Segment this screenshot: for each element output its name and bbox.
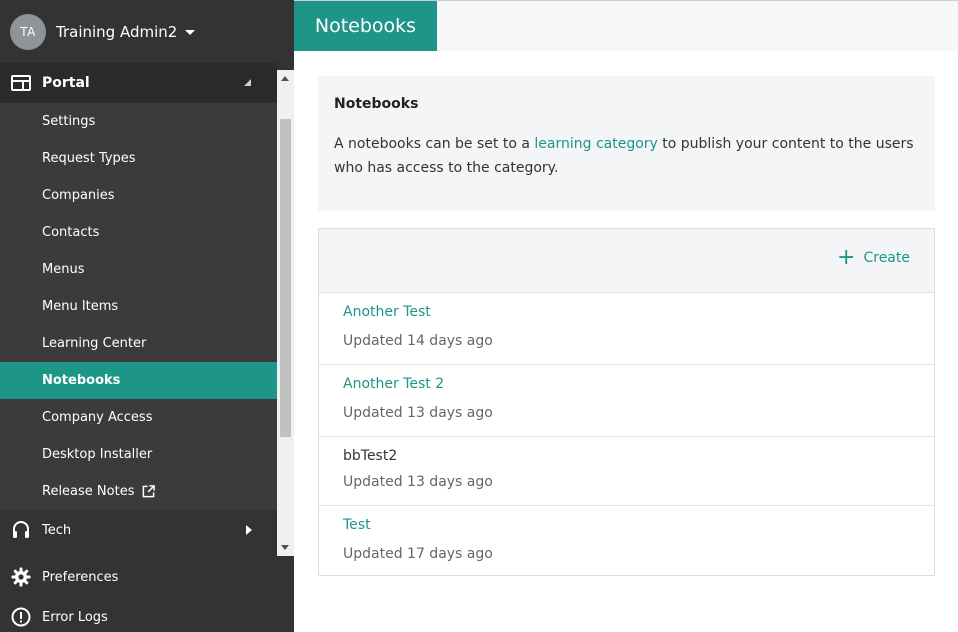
exclamation-circle-icon — [11, 607, 31, 627]
info-text: A notebooks can be set to a learning cat… — [334, 136, 914, 176]
sidebar-item-settings[interactable]: Settings — [0, 103, 277, 140]
sidebar-item-company-access[interactable]: Company Access — [0, 399, 277, 436]
sidebar-item-preferences[interactable]: Preferences — [0, 557, 277, 597]
headset-icon — [13, 521, 29, 538]
sidebar-item-label: Contacts — [42, 225, 100, 240]
collapse-triangle-icon — [244, 79, 251, 86]
learning-category-link[interactable]: learning category — [534, 136, 657, 152]
notebook-updated: Updated 17 days ago — [343, 546, 493, 562]
notebook-title-link[interactable]: Test — [343, 506, 934, 533]
top-bar: Notebooks — [294, 1, 958, 51]
sidebar-item-error-logs[interactable]: Error Logs — [0, 597, 277, 632]
sidebar-item-label: Error Logs — [42, 609, 108, 625]
sidebar-item-release-notes[interactable]: Release Notes — [0, 473, 277, 510]
scroll-down-arrow-icon[interactable] — [281, 545, 289, 550]
sidebar-item-contacts[interactable]: Contacts — [0, 214, 277, 251]
external-link-icon — [143, 485, 156, 498]
list-item: Test Updated 17 days ago — [319, 505, 934, 575]
avatar: TA — [10, 13, 46, 50]
sidebar-item-label: Menus — [42, 262, 85, 277]
notebook-updated: Updated 13 days ago — [343, 405, 493, 421]
portal-sub-menu: Settings Request Types Companies Contact… — [0, 103, 277, 510]
user-name: Training Admin2 — [56, 22, 178, 41]
sidebar-section-portal[interactable]: Portal — [0, 63, 277, 103]
sidebar-section-label: Portal — [42, 75, 90, 91]
list-header: + Create — [319, 229, 934, 292]
sidebar-item-label: Notebooks — [42, 373, 121, 388]
sidebar-item-companies[interactable]: Companies — [0, 177, 277, 214]
portal-window-icon — [11, 75, 31, 91]
sidebar-item-label: Menu Items — [42, 299, 119, 314]
plus-icon: + — [837, 245, 856, 270]
notebook-updated: Updated 14 days ago — [343, 333, 493, 349]
scroll-thumb[interactable] — [280, 119, 291, 437]
scroll-up-arrow-icon[interactable] — [281, 76, 289, 81]
sidebar-item-tech[interactable]: Tech — [0, 510, 277, 550]
sidebar-item-menu-items[interactable]: Menu Items — [0, 288, 277, 325]
create-label: Create — [863, 250, 910, 266]
list-item: Another Test 2 Updated 13 days ago — [319, 364, 934, 436]
notebook-title: bbTest2 — [343, 448, 398, 464]
sidebar-item-label: Release Notes — [42, 484, 135, 499]
create-button[interactable]: + Create — [837, 245, 910, 270]
list-item: Another Test Updated 14 days ago — [319, 292, 934, 364]
sidebar-item-label: Learning Center — [42, 336, 147, 351]
user-menu[interactable]: TA Training Admin2 — [0, 0, 294, 63]
expand-triangle-icon — [246, 525, 252, 535]
sidebar-item-label: Preferences — [42, 569, 119, 585]
sidebar-item-label: Company Access — [42, 410, 153, 425]
caret-down-icon — [185, 30, 196, 35]
sidebar-item-label: Tech — [42, 522, 72, 538]
notebook-title-link[interactable]: Another Test — [343, 293, 934, 320]
gear-icon — [11, 567, 31, 587]
tab-notebooks[interactable]: Notebooks — [294, 1, 437, 51]
sidebar-item-request-types[interactable]: Request Types — [0, 140, 277, 177]
sidebar-item-learning-center[interactable]: Learning Center — [0, 325, 277, 362]
notebook-list: + Create Another Test Updated 14 days ag… — [318, 228, 935, 576]
sidebar-item-menus[interactable]: Menus — [0, 251, 277, 288]
info-title: Notebooks — [334, 96, 419, 112]
info-box: Notebooks A notebooks can be set to a le… — [318, 76, 935, 211]
notebook-title-link[interactable]: Another Test 2 — [343, 365, 934, 392]
sidebar-item-label: Settings — [42, 114, 96, 129]
sidebar: TA Training Admin2 Portal Settings Reque… — [0, 0, 294, 632]
sidebar-item-label: Companies — [42, 188, 115, 203]
sidebar-item-label: Desktop Installer — [42, 447, 153, 462]
main-content: Notebooks Notebooks A notebooks can be s… — [294, 0, 958, 632]
sidebar-scrollbar[interactable] — [277, 70, 294, 556]
notebook-updated: Updated 13 days ago — [343, 474, 493, 490]
list-item: bbTest2 Updated 13 days ago — [319, 436, 934, 505]
sidebar-item-desktop-installer[interactable]: Desktop Installer — [0, 436, 277, 473]
sidebar-item-notebooks[interactable]: Notebooks — [0, 362, 277, 399]
sidebar-item-label: Request Types — [42, 151, 136, 166]
